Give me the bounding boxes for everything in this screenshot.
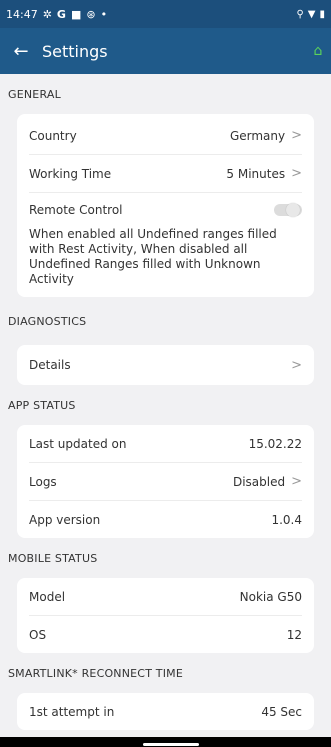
status-right: ⚲ ▼ ▮ — [296, 9, 325, 20]
remote-control-toggle[interactable] — [274, 203, 302, 217]
logs-label: Logs — [29, 474, 57, 489]
location-icon: ⚲ — [296, 8, 304, 20]
working-time-row[interactable]: Working Time 5 Minutes > — [29, 155, 302, 193]
logs-row[interactable]: Logs Disabled > — [29, 463, 302, 501]
last-updated-row: Last updated on 15.02.22 — [29, 425, 302, 463]
working-time-value: 5 Minutes — [226, 166, 286, 181]
section-header-app-status: APP STATUS — [8, 398, 76, 412]
app-version-row: App version 1.0.4 — [29, 501, 302, 538]
home-handle[interactable] — [143, 743, 199, 746]
model-row: Model Nokia G50 — [29, 578, 302, 616]
status-left: 14:47 ✲ G ■ ⊛ • — [6, 8, 107, 21]
status-bar: 14:47 ✲ G ■ ⊛ • ⚲ ▼ ▮ — [0, 0, 331, 28]
section-header-mobile-status: MOBILE STATUS — [8, 551, 98, 565]
os-row: OS 12 — [29, 616, 302, 653]
navigation-bar — [0, 737, 331, 747]
last-updated-value: 15.02.22 — [248, 436, 302, 451]
remote-control-description: When enabled all Undefined ranges filled… — [29, 227, 277, 286]
mobile-status-card: Model Nokia G50 OS 12 — [17, 578, 314, 653]
remote-control-row: Remote Control — [29, 193, 302, 227]
chevron-right-icon: > — [291, 128, 302, 143]
remote-control-label: Remote Control — [29, 203, 123, 217]
chevron-right-icon: > — [291, 474, 302, 489]
page-title: Settings — [42, 41, 108, 61]
chevron-right-icon: > — [291, 357, 302, 373]
chevron-right-icon: > — [291, 166, 302, 181]
smartlink-card: 1st attempt in 45 Sec — [17, 693, 314, 730]
dot-icon: • — [100, 7, 108, 21]
arrow-left-icon[interactable]: ← — [0, 41, 42, 62]
circle-icon: ⊛ — [86, 7, 96, 21]
os-label: OS — [29, 627, 47, 642]
app-version-label: App version — [29, 512, 101, 527]
working-time-label: Working Time — [29, 166, 112, 181]
model-label: Model — [29, 589, 66, 604]
first-attempt-row: 1st attempt in 45 Sec — [29, 693, 302, 730]
wifi-icon: ▼ — [307, 8, 316, 20]
app-status-card: Last updated on 15.02.22 Logs Disabled > … — [17, 425, 314, 538]
section-header-general: GENERAL — [8, 87, 61, 101]
settings-content[interactable]: GENERAL Country Germany > Working Time 5 … — [0, 74, 331, 737]
g-icon: G — [56, 7, 66, 21]
general-card: Country Germany > Working Time 5 Minutes >… — [17, 114, 314, 297]
first-attempt-label: 1st attempt in — [29, 704, 115, 719]
battery-icon: ▮ — [319, 8, 325, 20]
gear-icon: ✲ — [42, 7, 52, 21]
country-row[interactable]: Country Germany > — [29, 117, 302, 155]
section-header-smartlink: SMARTLINK* RECONNECT TIME — [8, 666, 184, 680]
country-value: Germany — [229, 128, 286, 143]
details-row[interactable]: Details > — [29, 345, 302, 385]
details-label: Details — [29, 358, 71, 372]
toggle-knob — [286, 203, 300, 217]
section-header-diagnostics: DIAGNOSTICS — [8, 314, 87, 328]
clock: 14:47 — [6, 7, 38, 21]
diagnostics-card: Details > — [17, 345, 314, 385]
last-updated-label: Last updated on — [29, 436, 127, 451]
first-attempt-value: 45 Sec — [261, 704, 302, 719]
app-bar: ← Settings ⌂ — [0, 28, 331, 74]
app-version-value: 1.0.4 — [271, 512, 302, 527]
os-value: 12 — [286, 627, 302, 642]
square-icon: ■ — [70, 7, 82, 21]
android-icon[interactable]: ⌂ — [305, 43, 331, 59]
country-label: Country — [29, 128, 77, 143]
model-value: Nokia G50 — [239, 589, 302, 604]
logs-value: Disabled — [232, 474, 286, 489]
